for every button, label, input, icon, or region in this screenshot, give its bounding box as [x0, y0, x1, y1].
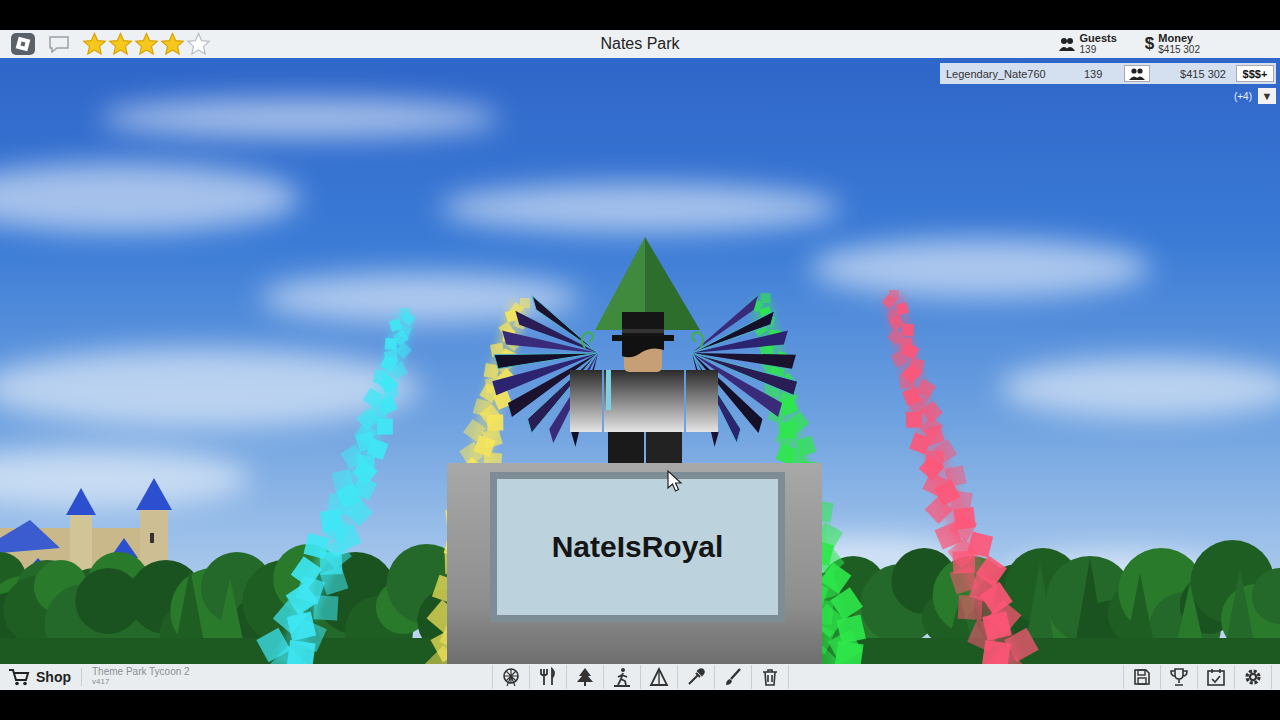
player-guests: 139: [1084, 68, 1124, 80]
fork-knife-icon: [538, 667, 558, 687]
trash-icon: [760, 667, 780, 687]
walking-person-icon: [612, 667, 632, 687]
scenery-tool[interactable]: [567, 665, 604, 689]
guests-value: 139: [1080, 44, 1117, 55]
paint-tool[interactable]: [715, 665, 752, 689]
shop-button[interactable]: Shop: [8, 668, 82, 686]
star-icon: [82, 32, 107, 56]
path-tool[interactable]: [604, 665, 641, 689]
bottom-bar: Shop Theme Park Tycoon 2v417: [0, 664, 1280, 690]
letterbox-top: [0, 0, 1280, 30]
mountain-icon: [649, 667, 669, 687]
game-info: Theme Park Tycoon 2v417: [92, 667, 190, 687]
ride-tool[interactable]: [492, 665, 530, 689]
guests-text: Guests139: [1080, 33, 1117, 55]
top-bar-stats: Guests139$Money$415 302: [680, 33, 1270, 55]
plaque-text: NateIsRoyal: [552, 530, 724, 564]
star-icon: [108, 32, 133, 56]
brush-icon: [723, 667, 743, 687]
particle-streak: [256, 308, 415, 664]
buy-money-button[interactable]: $$$+: [1236, 65, 1274, 82]
money-stat: $Money$415 302: [1145, 33, 1200, 55]
delete-tool[interactable]: [752, 665, 789, 689]
game-name: Theme Park Tycoon 2: [92, 667, 190, 677]
trophy-icon: [1169, 667, 1189, 687]
mouse-cursor-icon: [666, 469, 686, 493]
player-money: $415 302: [1150, 68, 1236, 80]
star-icon: [160, 32, 185, 56]
star-icon: [186, 32, 211, 56]
build-toolbar: [492, 665, 789, 689]
roblox-menu-icon[interactable]: [10, 32, 36, 56]
chat-icon[interactable]: [48, 34, 70, 54]
player-character: [492, 237, 797, 466]
calendar-check-icon: [1206, 667, 1226, 687]
money-text: Money$415 302: [1158, 33, 1200, 55]
guests-stat: Guests139: [1058, 33, 1117, 55]
player-name: Legendary_Nate760: [946, 68, 1084, 80]
top-bar: Nates ParkGuests139$Money$415 302: [0, 30, 1280, 58]
tree-icon: [575, 667, 595, 687]
guests-icon: [1058, 36, 1076, 52]
rating-stars: [82, 32, 211, 56]
leaderboard-more: (+4) ▼: [940, 88, 1276, 104]
shop-label[interactable]: Shop: [36, 669, 71, 685]
bottom-bar-right: [789, 665, 1273, 689]
game-version: v417: [92, 677, 190, 687]
name-plaque: NateIsRoyal: [490, 472, 785, 622]
objectives-button[interactable]: [1198, 665, 1235, 689]
achievements-button[interactable]: [1161, 665, 1198, 689]
leaderboard: Legendary_Nate760139 $415 302$$$+ (+4) ▼: [940, 63, 1276, 104]
floppy-disk-icon: [1132, 667, 1152, 687]
bottom-bar-left: Shop Theme Park Tycoon 2v417: [8, 667, 492, 687]
food-tool[interactable]: [530, 665, 567, 689]
money-value: $415 302: [1158, 44, 1200, 55]
top-bar-left: [10, 32, 600, 56]
more-players-count: (+4): [1234, 91, 1252, 102]
letterbox-bottom: [0, 690, 1280, 720]
money-label: Money: [1158, 33, 1200, 44]
particle-streak: [882, 290, 1039, 664]
leaderboard-row[interactable]: Legendary_Nate760139 $415 302$$$+: [940, 63, 1276, 84]
guests-label: Guests: [1080, 33, 1117, 44]
game-view: NateIsRoyal Legendary_Nate760139 $415 302$…: [0, 58, 1280, 664]
star-icon: [134, 32, 159, 56]
cart-icon: [8, 668, 30, 686]
save-button[interactable]: [1123, 665, 1161, 689]
terrain-tool[interactable]: [641, 665, 678, 689]
pick-tool[interactable]: [678, 665, 715, 689]
gear-icon: [1243, 667, 1263, 687]
guests-column-button[interactable]: [1124, 65, 1150, 82]
park-title: Nates Park: [600, 35, 679, 53]
money-symbol: $: [1145, 34, 1154, 54]
settings-button[interactable]: [1235, 665, 1272, 689]
leaderboard-toggle[interactable]: ▼: [1258, 88, 1276, 104]
guests-icon: [1128, 67, 1146, 81]
pipette-icon: [686, 667, 706, 687]
statue-pedestal: NateIsRoyal: [447, 463, 822, 664]
ferris-wheel-icon: [501, 667, 521, 687]
